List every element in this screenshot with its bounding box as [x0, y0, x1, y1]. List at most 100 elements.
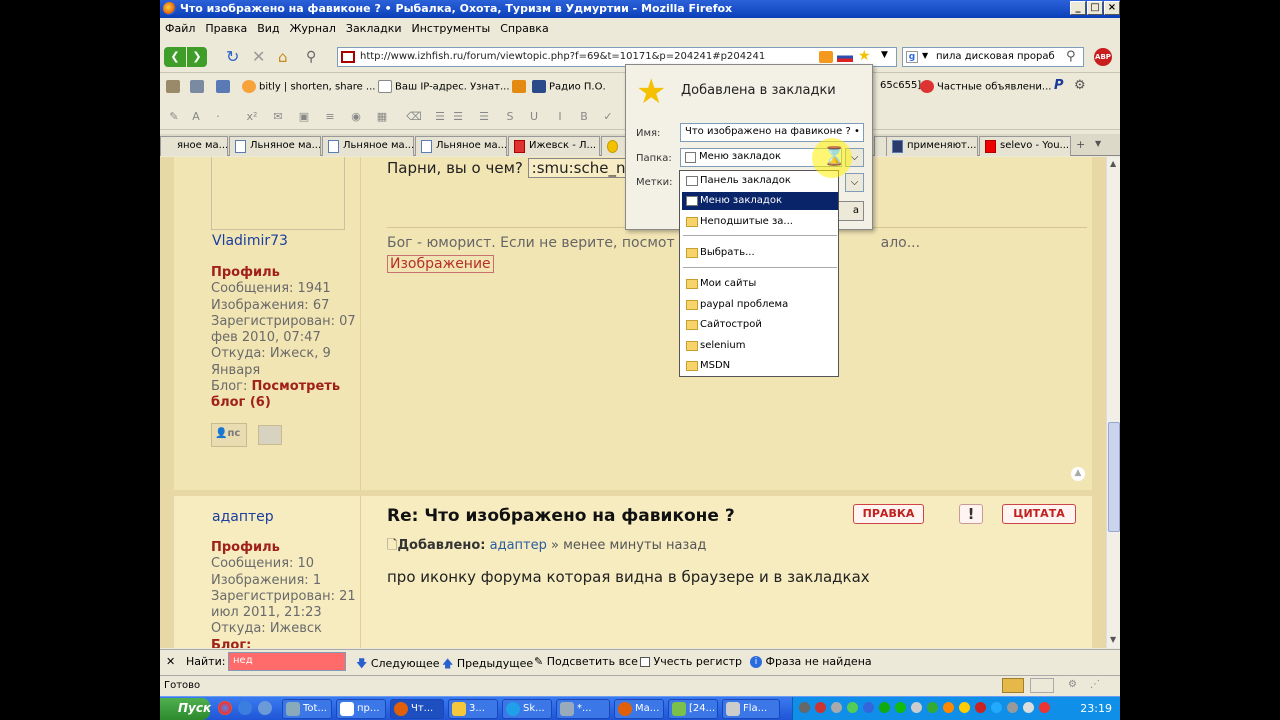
url-dropdown-icon[interactable]: ▼	[881, 50, 888, 60]
minimize-button[interactable]: _	[1070, 1, 1086, 15]
rss-icon[interactable]	[819, 51, 833, 63]
quote-button[interactable]: ЦИТАТА	[1002, 504, 1076, 524]
align-left-icon[interactable]: ☰	[432, 110, 448, 124]
tab-4[interactable]: Льняное ма...	[415, 136, 507, 156]
find-input[interactable]: нед	[228, 652, 346, 671]
tab-9[interactable]: selevo - You...	[979, 136, 1071, 156]
start-button[interactable]: Пуск	[160, 698, 211, 720]
profile-link[interactable]: Профиль	[211, 265, 280, 280]
menu-view[interactable]: Вид	[252, 19, 284, 35]
folder-selenium[interactable]: selenium	[682, 337, 838, 355]
list-icon[interactable]: ≡	[322, 110, 338, 124]
spell-icon[interactable]: ✓	[600, 110, 616, 124]
username[interactable]: Vladimir73	[212, 233, 288, 249]
maximize-button[interactable]: □	[1087, 1, 1103, 15]
tab-1[interactable]: яное ма...	[160, 136, 228, 156]
post-title[interactable]: Re: Что изображено на фавиконе ?	[387, 506, 735, 526]
task-3-active[interactable]: Чт...	[390, 699, 444, 719]
box-icon[interactable]: ▣	[296, 110, 312, 124]
task-7[interactable]: Ма...	[614, 699, 664, 719]
folder-toolbar[interactable]: Панель закладок	[682, 172, 838, 190]
skype-tray-icon[interactable]	[991, 702, 1002, 713]
edit-button[interactable]: ПРАВКА	[853, 504, 924, 524]
image-link[interactable]: Изображение	[387, 255, 494, 273]
task-1[interactable]: Tot...	[282, 699, 332, 719]
menu-bookmarks[interactable]: Закладки	[341, 19, 407, 35]
bold-icon[interactable]: B	[576, 110, 592, 124]
menu-help[interactable]: Справка	[495, 19, 553, 35]
underline-icon[interactable]: U	[526, 110, 542, 124]
menu-edit[interactable]: Правка	[200, 19, 252, 35]
vertical-scrollbar[interactable]: ▲ ▼	[1106, 157, 1120, 648]
volume-icon[interactable]	[1023, 702, 1034, 713]
bookmark-ads[interactable]: Частные объявлени...	[920, 80, 1051, 93]
addon-icon[interactable]	[1002, 678, 1024, 693]
text-color-icon[interactable]: A	[188, 110, 204, 124]
engine-dropdown-icon[interactable]: ▼	[922, 51, 928, 60]
strike-icon[interactable]: S	[502, 110, 518, 124]
bookmark-ip[interactable]: Ваш IP-адрес. Узнат...	[378, 80, 510, 93]
subscript-icon[interactable]: ·	[210, 110, 226, 124]
scroll-thumb[interactable]	[1108, 422, 1120, 532]
tray-icon-9[interactable]	[927, 702, 938, 713]
mail-icon[interactable]: ✉	[270, 110, 286, 124]
tray-icon-16[interactable]	[1039, 702, 1050, 713]
tray-icon-3[interactable]	[831, 702, 842, 713]
task-9[interactable]: Fla...	[722, 699, 780, 719]
tab-3[interactable]: Льняное ма...	[322, 136, 414, 156]
bm-tool3-icon[interactable]	[216, 80, 233, 93]
zoom-icon[interactable]: ⚲	[306, 47, 326, 67]
resize-grip-icon[interactable]: ⋰	[1090, 679, 1100, 690]
tray-icon-8[interactable]	[911, 702, 922, 713]
status-tool-icon[interactable]: ⚙	[1068, 679, 1077, 690]
bookmark-play-icon[interactable]	[512, 80, 529, 93]
folder-msdn[interactable]: MSDN	[682, 357, 838, 375]
highlight-all-button[interactable]: ✎ Подсветить все	[534, 655, 638, 668]
tray-icon-11[interactable]	[959, 702, 970, 713]
scroll-top-icon[interactable]: ▲	[1071, 467, 1085, 481]
match-case-checkbox[interactable]: Учесть регистр	[640, 655, 742, 668]
tab-2[interactable]: Льняное ма...	[229, 136, 321, 156]
task-6[interactable]: *...	[556, 699, 610, 719]
task-2[interactable]: пр...	[336, 699, 386, 719]
username[interactable]: адаптер	[212, 509, 274, 525]
folder-my-sites[interactable]: Мои сайты	[682, 275, 838, 293]
task-8[interactable]: [24...	[668, 699, 718, 719]
search-icon[interactable]: ⚲	[1066, 49, 1076, 64]
chrome-quicklaunch-icon[interactable]	[218, 701, 232, 715]
tray-icon-1[interactable]	[799, 702, 810, 713]
italic-icon[interactable]: I	[552, 110, 568, 124]
tab-6[interactable]	[601, 136, 627, 156]
bm-settings-icon[interactable]: ⚙	[1074, 78, 1086, 93]
tags-expand-button[interactable]: ⌵	[845, 173, 864, 192]
tray-icon-2[interactable]	[815, 702, 826, 713]
numbering-icon[interactable]: ☰	[476, 110, 492, 124]
forward-button[interactable]: ❯	[187, 47, 207, 67]
image-icon[interactable]: ▦	[374, 110, 390, 124]
bullets-icon[interactable]: ☰	[450, 110, 466, 124]
author-link[interactable]: адаптер	[490, 538, 547, 553]
find-next-button[interactable]: 🡇 Следующее	[356, 655, 440, 674]
tray-icon-4[interactable]	[847, 702, 858, 713]
tray-icon-6[interactable]	[879, 702, 890, 713]
folder-unsorted[interactable]: Неподшитые за...	[682, 213, 838, 231]
superscript-icon[interactable]: x²	[244, 110, 260, 124]
menu-tools[interactable]: Инструменты	[407, 19, 496, 35]
scroll-up-icon[interactable]: ▲	[1110, 159, 1116, 168]
folder-choose[interactable]: Выбрать...	[682, 244, 838, 262]
network-icon[interactable]	[1007, 702, 1018, 713]
paypal-icon[interactable]: P	[1054, 78, 1064, 93]
bm-tool2-icon[interactable]	[190, 80, 207, 93]
menu-history[interactable]: Журнал	[285, 19, 341, 35]
media-icon[interactable]: ◉	[348, 110, 364, 124]
bookmark-hash[interactable]: 65c655]	[880, 80, 921, 91]
home-icon[interactable]: ⌂	[278, 47, 298, 67]
find-prev-button[interactable]: 🡅 Предыдущее	[442, 655, 533, 674]
status-widget-icon[interactable]	[1030, 678, 1054, 693]
folder-saitostroy[interactable]: Сайтострой	[682, 316, 838, 334]
tray-icon-10[interactable]	[943, 702, 954, 713]
folder-menu[interactable]: Меню закладок	[682, 192, 838, 210]
bookmark-bitly[interactable]: bitly | shorten, share ...	[242, 80, 375, 93]
adblock-icon[interactable]: ABP	[1094, 48, 1112, 66]
stop-icon[interactable]: ✕	[252, 47, 272, 67]
